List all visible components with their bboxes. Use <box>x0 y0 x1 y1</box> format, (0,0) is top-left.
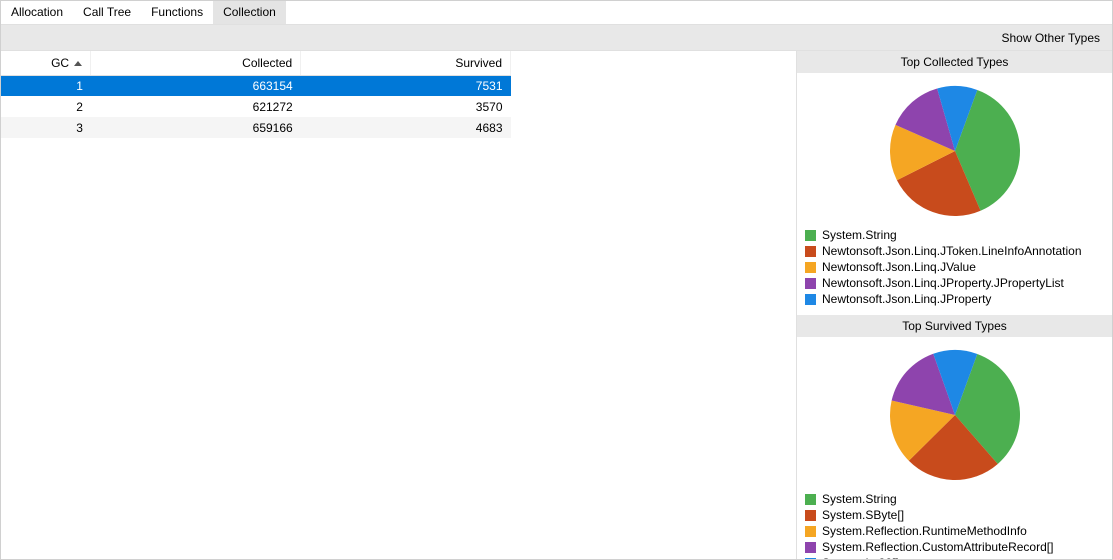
pie-chart <box>797 337 1112 491</box>
legend-swatch <box>805 230 816 241</box>
toolbar: Show Other Types <box>1 25 1112 51</box>
cell-survived: 3570 <box>301 96 511 117</box>
chart-title: Top Survived Types <box>797 315 1112 337</box>
gc-table: GC Collected Survived 1 663154 7531 <box>1 51 511 138</box>
tab-allocation[interactable]: Allocation <box>1 1 73 24</box>
tab-collection[interactable]: Collection <box>213 1 286 24</box>
main-split: GC Collected Survived 1 663154 7531 <box>1 51 1112 559</box>
legend-swatch <box>805 262 816 273</box>
column-header-label: Survived <box>455 56 502 70</box>
legend-swatch <box>805 526 816 537</box>
cell-collected: 621272 <box>91 96 301 117</box>
legend-label: System.Int32[] <box>822 555 899 559</box>
legend-swatch <box>805 510 816 521</box>
legend-swatch <box>805 294 816 305</box>
legend-label: Newtonsoft.Json.Linq.JProperty.JProperty… <box>822 275 1064 291</box>
tab-functions[interactable]: Functions <box>141 1 213 24</box>
legend-item[interactable]: System.Reflection.CustomAttributeRecord[… <box>805 539 1104 555</box>
tab-call-tree[interactable]: Call Tree <box>73 1 141 24</box>
legend-label: System.Reflection.CustomAttributeRecord[… <box>822 539 1053 555</box>
pie-svg <box>885 345 1025 485</box>
legend-swatch <box>805 494 816 505</box>
cell-collected: 663154 <box>91 75 301 96</box>
column-header-collected[interactable]: Collected <box>91 51 301 75</box>
column-header-label: GC <box>51 56 69 70</box>
legend-item[interactable]: System.Reflection.RuntimeMethodInfo <box>805 523 1104 539</box>
pie-chart <box>797 73 1112 227</box>
column-header-label: Collected <box>242 56 292 70</box>
legend-label: System.SByte[] <box>822 507 904 523</box>
legend-label: Newtonsoft.Json.Linq.JValue <box>822 259 976 275</box>
legend-label: System.String <box>822 227 897 243</box>
cell-collected: 659166 <box>91 117 301 138</box>
pie-svg <box>885 81 1025 221</box>
column-header-gc[interactable]: GC <box>1 51 91 75</box>
column-header-survived[interactable]: Survived <box>301 51 511 75</box>
chart-legend: System.StringNewtonsoft.Json.Linq.JToken… <box>797 227 1112 315</box>
cell-survived: 7531 <box>301 75 511 96</box>
legend-swatch <box>805 278 816 289</box>
legend-swatch <box>805 542 816 553</box>
legend-item[interactable]: Newtonsoft.Json.Linq.JProperty <box>805 291 1104 307</box>
top-survived-types-chart: Top Survived Types System.StringSystem.S… <box>797 315 1112 559</box>
sort-asc-icon <box>74 61 82 66</box>
legend-item[interactable]: System.String <box>805 227 1104 243</box>
cell-survived: 4683 <box>301 117 511 138</box>
legend-item[interactable]: Newtonsoft.Json.Linq.JValue <box>805 259 1104 275</box>
legend-swatch <box>805 558 816 560</box>
charts-panel: Top Collected Types System.StringNewtons… <box>797 51 1112 559</box>
legend-item[interactable]: System.Int32[] <box>805 555 1104 559</box>
top-collected-types-chart: Top Collected Types System.StringNewtons… <box>797 51 1112 315</box>
gc-table-panel: GC Collected Survived 1 663154 7531 <box>1 51 797 559</box>
cell-gc: 1 <box>1 75 91 96</box>
legend-item[interactable]: Newtonsoft.Json.Linq.JToken.LineInfoAnno… <box>805 243 1104 259</box>
tab-bar: Allocation Call Tree Functions Collectio… <box>1 1 1112 25</box>
cell-gc: 2 <box>1 96 91 117</box>
legend-label: System.Reflection.RuntimeMethodInfo <box>822 523 1027 539</box>
show-other-types-link[interactable]: Show Other Types <box>1002 31 1101 45</box>
legend-swatch <box>805 246 816 257</box>
legend-item[interactable]: System.SByte[] <box>805 507 1104 523</box>
chart-title: Top Collected Types <box>797 51 1112 73</box>
table-row[interactable]: 3 659166 4683 <box>1 117 511 138</box>
legend-item[interactable]: System.String <box>805 491 1104 507</box>
legend-label: Newtonsoft.Json.Linq.JProperty <box>822 291 991 307</box>
legend-label: System.String <box>822 491 897 507</box>
legend-label: Newtonsoft.Json.Linq.JToken.LineInfoAnno… <box>822 243 1082 259</box>
legend-item[interactable]: Newtonsoft.Json.Linq.JProperty.JProperty… <box>805 275 1104 291</box>
table-row[interactable]: 1 663154 7531 <box>1 75 511 96</box>
cell-gc: 3 <box>1 117 91 138</box>
table-row[interactable]: 2 621272 3570 <box>1 96 511 117</box>
chart-legend: System.StringSystem.SByte[]System.Reflec… <box>797 491 1112 559</box>
